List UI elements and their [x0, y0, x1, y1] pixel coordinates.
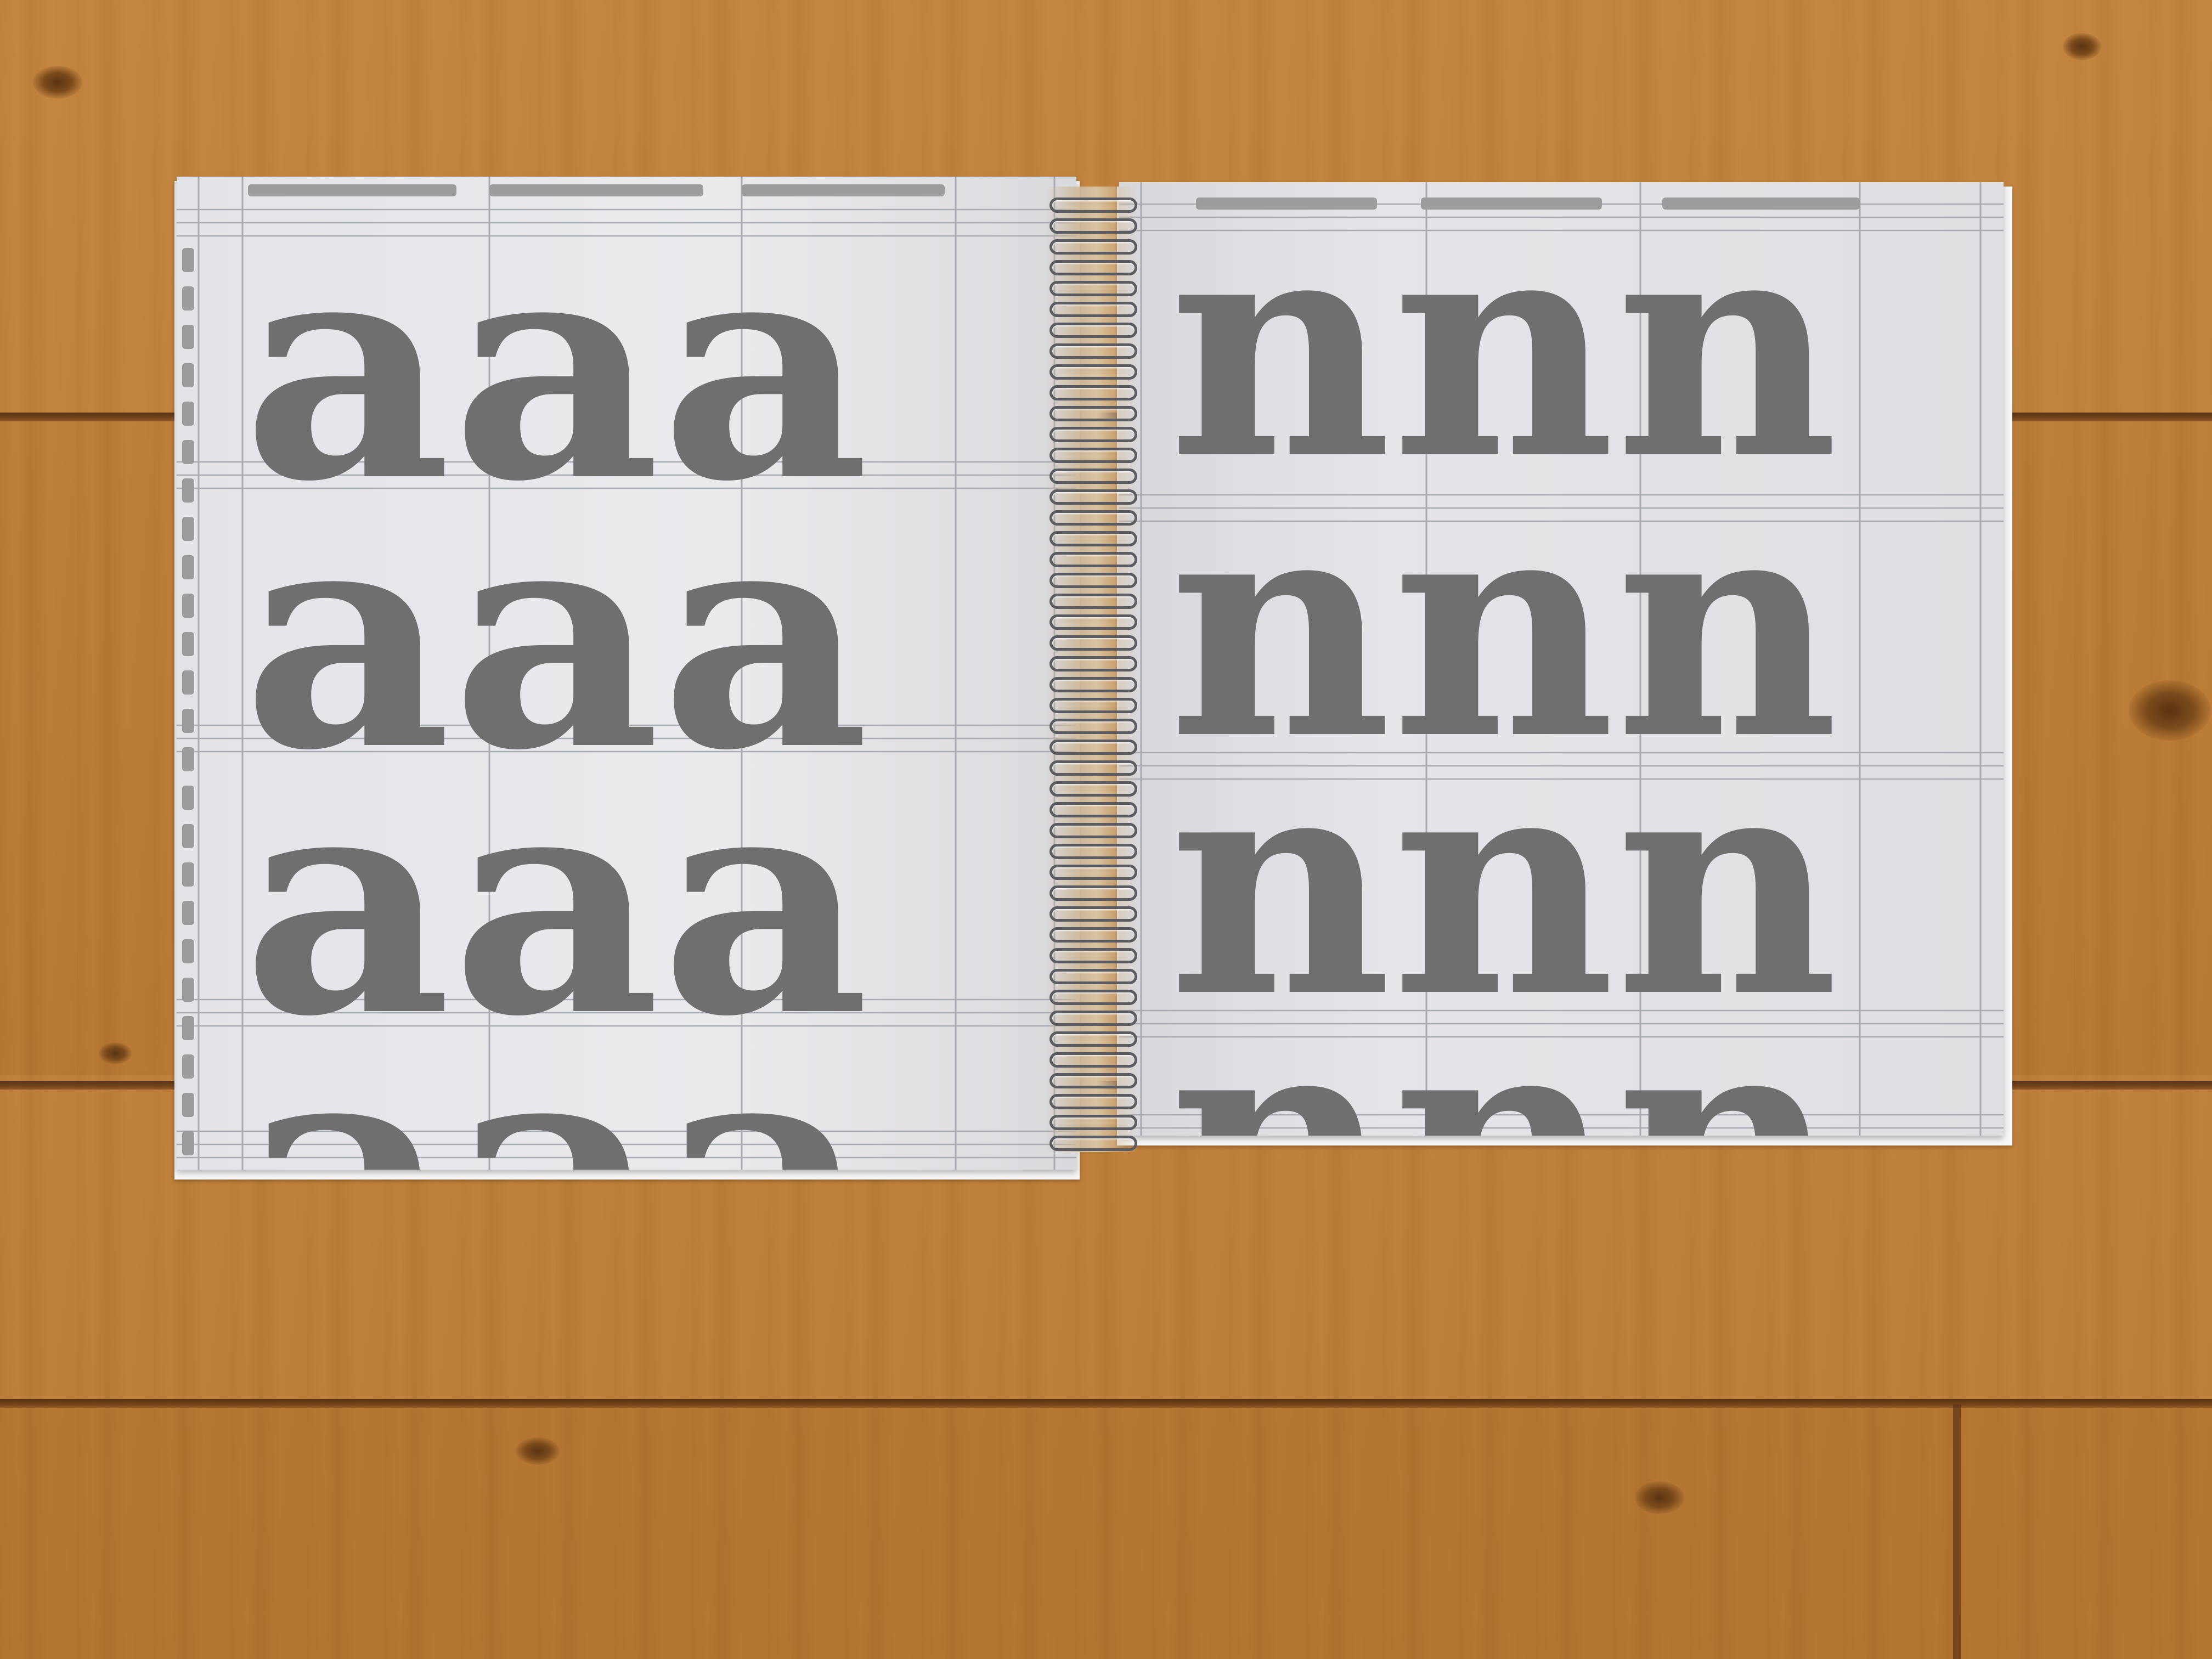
spiral-coil [1049, 781, 1137, 797]
spiral-coil [1049, 802, 1137, 817]
spiral-coil [1049, 927, 1137, 943]
guide-mark [182, 747, 194, 771]
spiral-coil [1049, 573, 1137, 588]
spiral-coil [1049, 656, 1137, 672]
floor-board [0, 1404, 2212, 1659]
spiral-coil [1049, 260, 1137, 275]
guide-mark [182, 709, 194, 733]
spiral-coil [1049, 1052, 1137, 1068]
guide-mark [182, 1054, 194, 1079]
spiral-coil [1049, 489, 1137, 505]
right-letter-row-4: nnn [1169, 989, 1838, 1136]
wood-knot [2063, 33, 2101, 60]
guide-mark [248, 184, 456, 196]
spiral-coil [1049, 1011, 1137, 1026]
wood-knot [516, 1437, 560, 1465]
spiral-coil [1049, 1073, 1137, 1088]
spiral-coil [1049, 1031, 1137, 1047]
spiral-coil [1049, 614, 1137, 630]
wood-knot [1635, 1481, 1684, 1514]
spiral-coil [1049, 1094, 1137, 1109]
spiral-coil [1049, 594, 1137, 609]
guide-mark [182, 248, 194, 272]
spiral-coil [1049, 1115, 1137, 1130]
spiral-coil [1049, 948, 1137, 963]
guide-mark [742, 184, 945, 196]
floor-board-seam [0, 1399, 2212, 1408]
spiral-coil [1049, 239, 1137, 255]
guide-mark [182, 632, 194, 656]
guide-mark [182, 440, 194, 464]
spiral-coil [1049, 343, 1137, 359]
wood-knot [99, 1042, 132, 1064]
spiral-coil [1049, 281, 1137, 296]
guide-mark [182, 901, 194, 925]
spiral-coil [1049, 218, 1137, 234]
spiral-coil [1049, 364, 1137, 380]
spiral-coil [1049, 677, 1137, 692]
spiral-coil [1049, 1136, 1137, 1151]
right-page: nnnnnnnnnnnn [1119, 182, 2004, 1136]
guide-mark [182, 978, 194, 1002]
spiral-coil [1049, 740, 1137, 755]
guide-mark [182, 478, 194, 503]
spiral-coil [1049, 469, 1137, 484]
guide-mark [182, 1016, 194, 1040]
left-page: aaa aaa aaa aaa [177, 177, 1076, 1170]
spiral-coil [1049, 323, 1137, 338]
spiral-coil [1049, 427, 1137, 442]
spiral-coil [1049, 302, 1137, 317]
spiral-coil [1049, 531, 1137, 546]
guide-mark [182, 824, 194, 848]
guide-mark [182, 670, 194, 695]
guide-mark [182, 517, 194, 541]
spiral-coil [1049, 969, 1137, 984]
guide-mark [182, 402, 194, 426]
spiral-coil [1049, 448, 1137, 463]
spiral-coil [1049, 635, 1137, 651]
guide-mark [1421, 198, 1602, 210]
guide-mark [182, 786, 194, 810]
spiral-coil [1049, 385, 1137, 400]
guide-mark [182, 862, 194, 887]
spiral-coil [1049, 198, 1137, 213]
guide-mark [182, 555, 194, 579]
guide-mark [182, 939, 194, 963]
guide-mark [1662, 198, 1860, 210]
spiral-coil [1049, 406, 1137, 421]
guide-mark [182, 1093, 194, 1117]
spiral-coil [1049, 823, 1137, 838]
spiral-coil [1049, 760, 1137, 776]
spiral-coil [1049, 844, 1137, 859]
left-letter-row-4: aaa [242, 989, 870, 1170]
floor-board-seam [1953, 1404, 1961, 1659]
spiral-coil [1049, 885, 1137, 901]
guide-mark [182, 363, 194, 387]
spiral-coil [1049, 698, 1137, 713]
guide-mark [1196, 198, 1377, 210]
spiral-coil [1049, 510, 1137, 526]
guide-mark [182, 325, 194, 349]
wood-knot [2129, 680, 2211, 741]
guide-mark [489, 184, 703, 196]
spiral-coil [1049, 719, 1137, 734]
guide-mark [182, 594, 194, 618]
spiral-coil [1049, 990, 1137, 1005]
guide-mark [182, 286, 194, 311]
spiral-coil [1049, 906, 1137, 922]
spiral-coil [1049, 865, 1137, 880]
wood-knot [33, 66, 82, 99]
guide-mark [182, 1131, 194, 1155]
spiral-coil [1049, 552, 1137, 567]
spiral-binding [1045, 187, 1138, 1152]
